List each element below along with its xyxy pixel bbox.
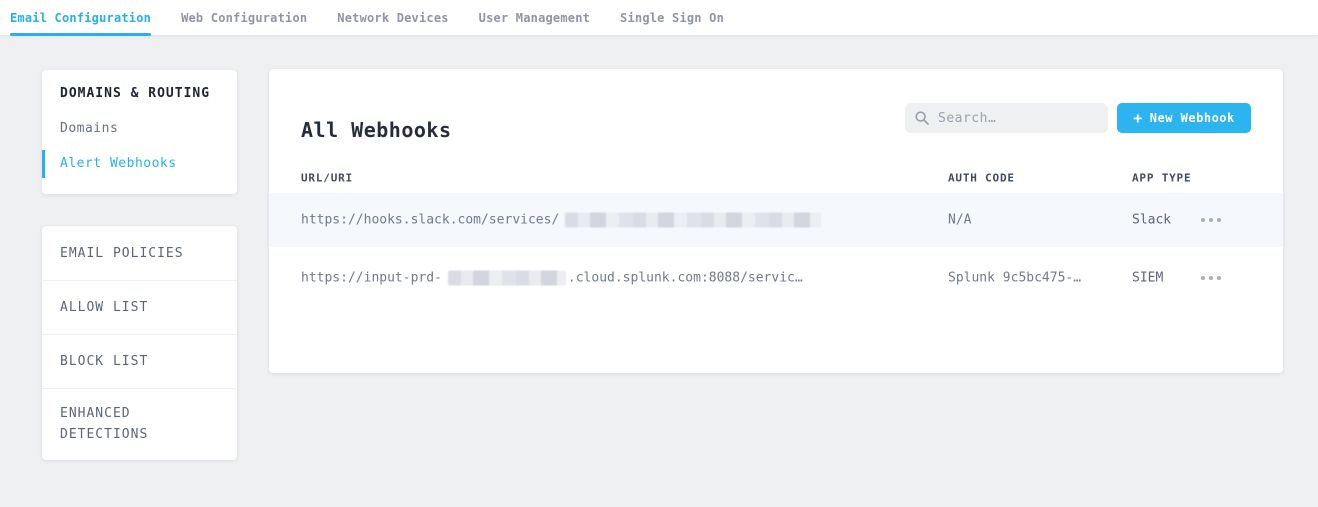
top-navigation-bar: Email Configuration Web Configuration Ne…: [0, 0, 1318, 36]
webhook-url-text: .cloud.splunk.com:8088/servic…: [568, 271, 803, 286]
redacted-url-segment: [448, 271, 566, 286]
tab-user-management[interactable]: User Management: [479, 0, 590, 35]
search-input[interactable]: [938, 111, 1098, 126]
plus-icon: +: [1133, 111, 1143, 126]
row-actions-menu-button[interactable]: [1199, 270, 1223, 286]
webhook-url-cell: https://input-prd- .cloud.splunk.com:808…: [301, 271, 803, 286]
redacted-url-segment: [565, 213, 821, 228]
webhooks-panel: All Webhooks + New Webhook URL/URI AUTH …: [269, 69, 1283, 373]
sidebar-item-block-list[interactable]: BLOCK LIST: [42, 334, 237, 388]
tab-label: User Management: [479, 11, 590, 25]
page-title: All Webhooks: [301, 118, 452, 142]
auth-code-cell: N/A: [948, 213, 971, 228]
tab-web-configuration[interactable]: Web Configuration: [181, 0, 307, 35]
sidebar-item-alert-webhooks[interactable]: Alert Webhooks: [60, 156, 237, 171]
app-type-cell: SIEM: [1132, 271, 1163, 286]
sidebar-item-enhanced-detections[interactable]: ENHANCED DETECTIONS: [42, 388, 237, 460]
webhook-url-text: https://input-prd-: [301, 271, 442, 286]
app-type-cell: Slack: [1132, 213, 1171, 228]
tab-label: Single Sign On: [620, 11, 724, 25]
table-row[interactable]: https://hooks.slack.com/services/ N/A Sl…: [269, 193, 1283, 247]
column-header-url: URL/URI: [301, 172, 353, 185]
tab-email-configuration[interactable]: Email Configuration: [10, 0, 151, 35]
search-icon: [915, 111, 929, 125]
tab-label: Network Devices: [337, 11, 448, 25]
table-header-row: URL/URI AUTH CODE APP TYPE: [269, 163, 1283, 193]
webhook-url-text: https://hooks.slack.com/services/: [301, 213, 559, 228]
tab-label: Web Configuration: [181, 11, 307, 25]
new-webhook-button[interactable]: + New Webhook: [1117, 103, 1251, 133]
new-webhook-button-label: New Webhook: [1150, 111, 1235, 125]
table-row[interactable]: https://input-prd- .cloud.splunk.com:808…: [269, 251, 1283, 305]
sidebar-item-email-policies[interactable]: EMAIL POLICIES: [42, 226, 237, 280]
column-header-auth: AUTH CODE: [948, 172, 1015, 185]
sidebar-heading: DOMAINS & ROUTING: [60, 86, 237, 101]
webhook-url-cell: https://hooks.slack.com/services/: [301, 213, 821, 228]
sidebar-domains-routing-card: DOMAINS & ROUTING Domains Alert Webhooks: [42, 70, 237, 194]
tab-single-sign-on[interactable]: Single Sign On: [620, 0, 724, 35]
column-header-app: APP TYPE: [1132, 172, 1191, 185]
auth-code-cell: Splunk 9c5bc475-…: [948, 271, 1081, 286]
tab-network-devices[interactable]: Network Devices: [337, 0, 448, 35]
sidebar-item-allow-list[interactable]: ALLOW LIST: [42, 280, 237, 334]
tab-label: Email Configuration: [10, 11, 151, 25]
search-box: [905, 103, 1108, 133]
sidebar-sections-card: EMAIL POLICIES ALLOW LIST BLOCK LIST ENH…: [42, 226, 237, 460]
sidebar-item-domains[interactable]: Domains: [60, 121, 237, 136]
row-actions-menu-button[interactable]: [1199, 212, 1223, 228]
